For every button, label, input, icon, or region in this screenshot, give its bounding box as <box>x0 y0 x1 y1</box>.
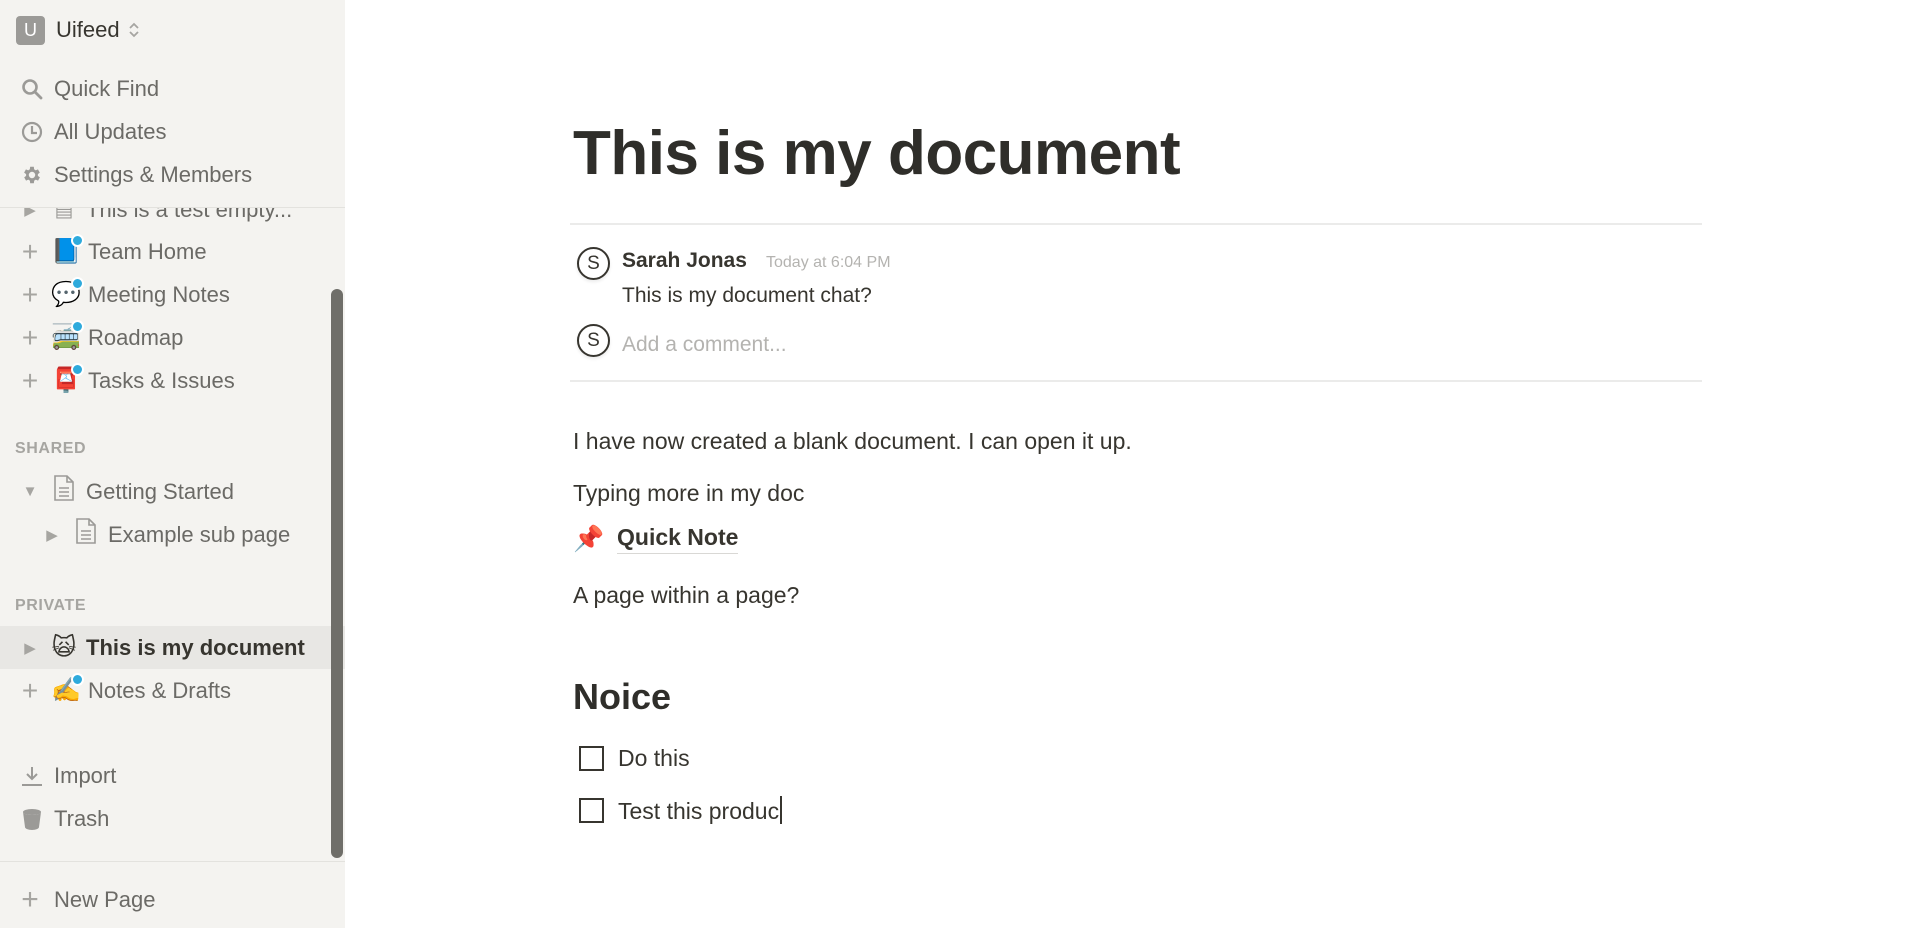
writing-hand-emoji-icon: ✍️ <box>50 673 84 705</box>
trash-icon <box>16 808 48 830</box>
search-icon <box>16 78 48 100</box>
toggle-right-icon[interactable]: ▶ <box>20 208 40 219</box>
unread-dot <box>71 234 84 247</box>
todo-checkbox[interactable] <box>579 746 604 771</box>
plus-icon: + <box>21 882 39 916</box>
workspace-avatar: U <box>16 15 45 45</box>
comments-divider-bottom <box>570 380 1702 382</box>
speech-bubble-emoji-icon: 💬 <box>50 277 84 309</box>
sidebar-divider <box>0 861 345 862</box>
comment-text: This is my document chat? <box>622 284 872 307</box>
sidebar-scrollbar[interactable] <box>331 289 343 858</box>
sidebar-page-list: ▶ ▤ This is a test empty... + 📘 Team Hom… <box>0 208 345 861</box>
todo-text[interactable]: Do this <box>618 745 690 772</box>
add-icon[interactable]: + <box>18 676 42 705</box>
sidebar-quick-find[interactable]: Quick Find <box>0 67 345 110</box>
sidebar-page-this-is-my-document[interactable]: ▶ 🙀 This is my document <box>0 626 345 669</box>
document-icon: ▤ <box>54 208 74 221</box>
add-icon[interactable]: + <box>18 237 42 266</box>
sidebar-page-team-home[interactable]: + 📘 Team Home <box>0 230 345 273</box>
unread-dot <box>71 277 84 290</box>
bus-emoji-icon: 🚎 <box>50 320 84 352</box>
document-icon <box>70 518 102 551</box>
sidebar-page-meeting-notes[interactable]: + 💬 Meeting Notes <box>0 273 345 316</box>
sidebar-page-getting-started[interactable]: ▼ Getting Started <box>0 470 345 513</box>
section-label-private: PRIVATE <box>15 597 87 614</box>
workspace-name: Uifeed <box>56 17 120 42</box>
add-icon[interactable]: + <box>18 366 42 395</box>
comment-author: Sarah Jonas <box>622 249 747 272</box>
add-icon[interactable]: + <box>18 280 42 309</box>
page-link-label: Quick Note <box>617 524 739 554</box>
gear-icon <box>16 164 48 186</box>
sidebar-header: U Uifeed Quick Find All Updates Settings… <box>0 0 345 208</box>
heading-block[interactable]: Noice <box>573 676 671 718</box>
text-block[interactable]: I have now created a blank document. I c… <box>573 428 1132 455</box>
unread-dot <box>71 363 84 376</box>
sidebar-trash[interactable]: Trash <box>0 797 345 840</box>
add-comment-input[interactable] <box>622 330 1682 360</box>
page-title[interactable]: This is my document <box>573 118 1181 189</box>
sidebar: ▶ ▤ This is a test empty... + 📘 Team Hom… <box>0 0 345 928</box>
text-block[interactable]: A page within a page? <box>573 582 799 609</box>
todo-item: Test this produc <box>579 796 783 825</box>
document-icon <box>48 475 80 508</box>
page-content: This is my document S Sarah Jonas Today … <box>345 0 1920 928</box>
todo-text-editing[interactable]: Test this produc <box>618 796 783 825</box>
comment-timestamp: Today at 6:04 PM <box>766 254 891 271</box>
mailbox-emoji-icon: 📮 <box>50 363 84 395</box>
new-page-button[interactable]: + New Page <box>0 878 345 921</box>
sidebar-page-tasks-issues[interactable]: + 📮 Tasks & Issues <box>0 359 345 402</box>
chevron-up-down-icon <box>128 21 140 39</box>
sidebar-page-roadmap[interactable]: + 🚎 Roadmap <box>0 316 345 359</box>
text-block[interactable]: Typing more in my doc <box>573 480 804 507</box>
sidebar-page-test-empty[interactable]: ▶ ▤ This is a test empty... <box>0 208 345 231</box>
text-cursor <box>780 796 783 824</box>
unread-dot <box>71 673 84 686</box>
comments-divider-top <box>570 223 1702 225</box>
sidebar-settings-members[interactable]: Settings & Members <box>0 153 345 196</box>
sidebar-import[interactable]: Import <box>0 754 345 797</box>
unread-dot <box>71 320 84 333</box>
todo-checkbox[interactable] <box>579 798 604 823</box>
toggle-down-icon[interactable]: ▼ <box>20 483 40 500</box>
pushpin-emoji-icon: 📌 <box>573 524 605 553</box>
comment-author-avatar: S <box>577 247 610 280</box>
download-icon <box>16 765 48 787</box>
scared-cat-emoji-icon: 🙀 <box>51 634 77 661</box>
current-user-avatar: S <box>577 324 610 357</box>
todo-item: Do this <box>579 745 690 772</box>
clock-icon <box>16 121 48 143</box>
toggle-right-icon[interactable]: ▶ <box>42 526 62 544</box>
workspace-switcher[interactable]: U Uifeed <box>16 14 140 46</box>
sidebar-all-updates[interactable]: All Updates <box>0 110 345 153</box>
section-label-shared: SHARED <box>15 440 87 457</box>
sidebar-page-notes-drafts[interactable]: + ✍️ Notes & Drafts <box>0 669 345 712</box>
toggle-right-icon[interactable]: ▶ <box>20 639 40 657</box>
page-link-quick-note[interactable]: 📌 Quick Note <box>573 524 739 554</box>
book-emoji-icon: 📘 <box>50 234 84 266</box>
add-icon[interactable]: + <box>18 323 42 352</box>
sidebar-page-example-sub-page[interactable]: ▶ Example sub page <box>0 513 345 556</box>
